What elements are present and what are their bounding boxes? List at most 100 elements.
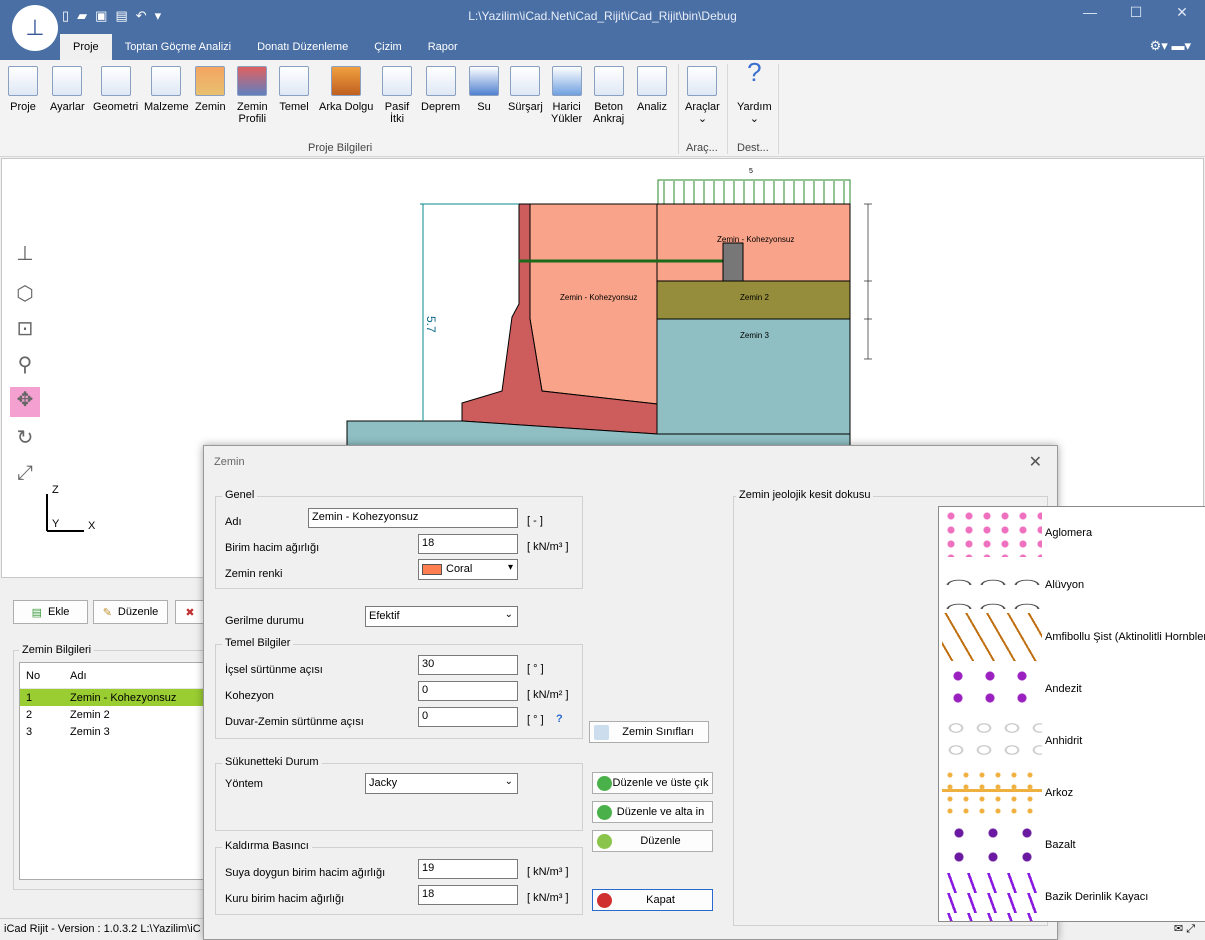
delete-button[interactable]: ✖ — [175, 600, 205, 624]
ribbon-zemin-button[interactable]: Zemin — [195, 66, 226, 113]
ribbon-geometri-button[interactable]: Geometri — [93, 66, 138, 113]
geometry-icon — [100, 66, 131, 96]
sat-input[interactable]: 19 — [418, 859, 518, 879]
tab-cizim[interactable]: Çizim — [361, 34, 415, 60]
col-no[interactable]: No — [20, 670, 70, 682]
cohesion-label: Kohezyon — [225, 690, 274, 702]
close-icon[interactable]: ✕ — [1159, 4, 1205, 21]
ribbon-temel-button[interactable]: Temel — [279, 66, 309, 113]
ribbon-yardim-button[interactable]: ? Yardım ⌄ — [737, 57, 772, 125]
ribbon-malzeme-button[interactable]: Malzeme — [144, 66, 189, 113]
unit-weight-input[interactable]: 18 — [418, 534, 518, 554]
help-icon: ? — [747, 57, 762, 87]
ribbon-deprem-button[interactable]: Deprem — [421, 66, 460, 113]
ribbon-ayarlar-button[interactable]: Ayarlar — [50, 66, 85, 113]
add-icon: ▤ — [31, 606, 42, 619]
list-item[interactable]: Bazalt — [939, 819, 1205, 871]
tab-rapor[interactable]: Rapor — [415, 34, 471, 60]
soil-info-title: Zemin Bilgileri — [19, 644, 95, 656]
list-item[interactable]: Arkoz — [939, 767, 1205, 819]
layout-icon[interactable]: ▬▾ — [1171, 38, 1191, 53]
color-dropdown[interactable]: Coral ▾ — [418, 559, 518, 580]
ribbon-proje-button[interactable]: Proje — [8, 66, 38, 113]
axis-y-label: Y — [52, 518, 60, 530]
foundation-icon — [279, 66, 309, 96]
list-item[interactable]: Aglomera — [939, 507, 1205, 559]
dry-input[interactable]: 18 — [418, 885, 518, 905]
ribbon-zemin-profili-button[interactable]: Zemin Profili — [237, 66, 268, 125]
color-swatch — [422, 563, 442, 575]
list-item[interactable]: Alüvyon — [939, 559, 1205, 611]
chevron-down-icon: ⌄ — [504, 776, 513, 787]
name-unit: [ - ] — [527, 515, 543, 527]
edit-down-button[interactable]: Düzenle ve alta in — [592, 801, 713, 823]
chevron-down-icon: ▾ — [507, 562, 513, 573]
soil-classes-button[interactable]: Zemin Sınıfları — [589, 721, 709, 743]
material-icon — [151, 66, 182, 96]
texture-title: Zemin jeolojik kesit dokusu — [736, 489, 874, 501]
group-label-destek: Dest... — [737, 142, 769, 154]
cohesion-input[interactable]: 0 — [418, 681, 518, 701]
ribbon-harici-yukler-button[interactable]: Harici Yükler — [551, 66, 582, 125]
ribbon-arka-dolgu-button[interactable]: Arka Dolgu — [319, 66, 373, 113]
wall-friction-input[interactable]: 0 — [418, 707, 518, 727]
edit-button[interactable]: Düzenle — [592, 830, 713, 852]
aglomera-texture — [942, 509, 1042, 557]
sat-unit: [ kN/m³ ] — [527, 866, 569, 878]
dialog-close-icon[interactable]: ✕ — [1029, 452, 1042, 472]
notification-icon[interactable]: ✉ ⤢ — [1174, 922, 1195, 936]
arrow-down-icon — [597, 805, 612, 820]
ribbon-araclar-button[interactable]: Araçlar ⌄ — [685, 66, 720, 125]
window-title: L:\Yazilim\iCad.Net\iCad_Rijit\iCad_Riji… — [468, 9, 737, 23]
earthquake-icon — [425, 66, 456, 96]
genel-title: Genel — [222, 489, 258, 501]
help-icon[interactable]: ? — [556, 713, 563, 725]
wall-friction-unit: [ ° ] — [527, 714, 544, 726]
ribbon-su-button[interactable]: Su — [469, 66, 499, 113]
stress-dropdown[interactable]: Efektif ⌄ — [365, 606, 518, 627]
passive-thrust-icon — [382, 66, 412, 96]
list-item[interactable]: Bazik Derinlik Kayacı — [939, 871, 1205, 921]
temel-title: Temel Bilgiler — [222, 637, 294, 649]
height-dimension: 5.7 — [424, 316, 438, 333]
stress-label: Gerilme durumu — [225, 615, 304, 627]
axis-x-label: X — [88, 520, 96, 532]
backfill-icon — [331, 66, 362, 96]
theme-icon[interactable]: ⚙▾ — [1150, 38, 1168, 53]
soil-profile-icon — [237, 66, 268, 96]
bazalt-texture — [942, 821, 1042, 869]
group-label-proje-bilgileri: Proje Bilgileri — [308, 142, 373, 154]
tab-donati[interactable]: Donatı Düzenleme — [244, 34, 361, 60]
sat-label: Suya doygun birim hacim ağırlığı — [225, 867, 386, 879]
wall-friction-label: Duvar-Zemin sürtünme açısı — [225, 716, 364, 728]
ribbon-analiz-button[interactable]: Analiz — [637, 66, 667, 113]
tab-toptan-gocme[interactable]: Toptan Göçme Analizi — [112, 34, 244, 60]
maximize-icon[interactable]: ☐ — [1113, 4, 1159, 21]
edit-up-button[interactable]: Düzenle ve üste çık — [592, 772, 713, 794]
close-button[interactable]: Kapat — [592, 889, 713, 911]
ribbon-pasif-itki-button[interactable]: Pasif İtki — [382, 66, 412, 125]
delete-icon: ✖ — [185, 606, 195, 619]
ribbon-sursarj-button[interactable]: Sürşarj — [508, 66, 543, 113]
list-item[interactable]: Anhidrit — [939, 715, 1205, 767]
minimize-icon[interactable]: — — [1067, 4, 1113, 21]
tab-proje[interactable]: Proje — [60, 34, 112, 60]
col-name[interactable]: Adı — [70, 670, 87, 682]
chevron-down-icon: ⌄ — [504, 609, 513, 620]
ribbon-beton-ankraj-button[interactable]: Beton Ankraj — [593, 66, 624, 125]
project-icon — [8, 66, 38, 96]
anchor-icon — [593, 66, 624, 96]
name-input[interactable]: Zemin - Kohezyonsuz — [308, 508, 518, 528]
edit-button[interactable]: ✎ Düzenle — [93, 600, 168, 624]
texture-list[interactable]: Aglomera Alüvyon Amfibollu Şist (Aktinol… — [938, 506, 1205, 922]
edit-icon: ✎ — [102, 606, 112, 619]
close-icon — [597, 893, 612, 908]
friction-input[interactable]: 30 — [418, 655, 518, 675]
list-item[interactable]: Amfibollu Şist (Aktinolitli Hornblend, G — [939, 611, 1205, 663]
soil-icon — [195, 66, 226, 96]
add-button[interactable]: ▤ Ekle — [13, 600, 88, 624]
method-dropdown[interactable]: Jacky ⌄ — [365, 773, 518, 794]
list-item[interactable]: Andezit — [939, 663, 1205, 715]
arrow-up-icon — [597, 776, 612, 791]
list-item[interactable]: 1 Zemin - Kohezyonsuz — [20, 689, 205, 706]
